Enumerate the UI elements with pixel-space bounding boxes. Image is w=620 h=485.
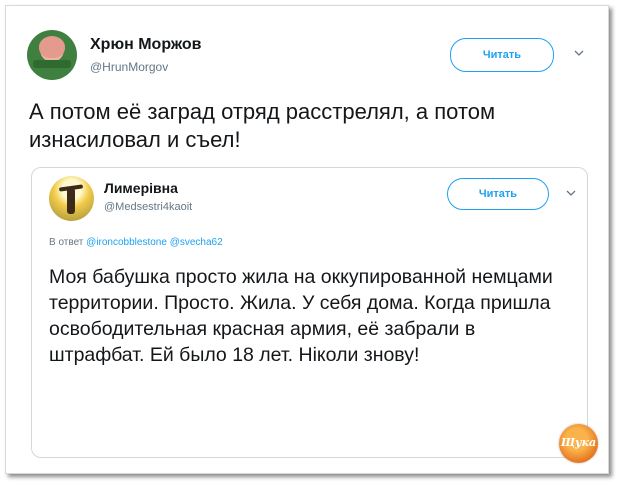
author-name[interactable]: Хрюн Моржов: [90, 36, 201, 54]
quoted-author-handle[interactable]: @Medsestri4kaoit: [104, 201, 192, 213]
watermark-logo: Щука: [559, 424, 598, 463]
reply-context: В ответ @ironcobblestone @svecha62: [49, 237, 223, 248]
author-handle[interactable]: @HrunMorgov: [90, 60, 168, 74]
follow-button[interactable]: Читать: [450, 38, 554, 72]
chevron-down-icon[interactable]: [566, 188, 576, 198]
reply-prefix: В ответ: [49, 237, 84, 248]
watermark-text: Щука: [560, 436, 597, 449]
quoted-tweet-text: Моя бабушка просто жила на оккупированно…: [49, 266, 553, 366]
quoted-author-name[interactable]: Лимерівна: [104, 180, 178, 196]
author-avatar[interactable]: [27, 30, 77, 80]
quoted-author-avatar[interactable]: [49, 176, 94, 221]
mention-link[interactable]: @svecha62: [170, 237, 223, 248]
chevron-down-icon[interactable]: [574, 48, 584, 58]
mention-link[interactable]: @ironcobblestone: [86, 237, 167, 248]
quoted-follow-button[interactable]: Читать: [447, 178, 549, 210]
tweet-text: А потом её заград отряд расстрелял, а по…: [29, 99, 496, 152]
